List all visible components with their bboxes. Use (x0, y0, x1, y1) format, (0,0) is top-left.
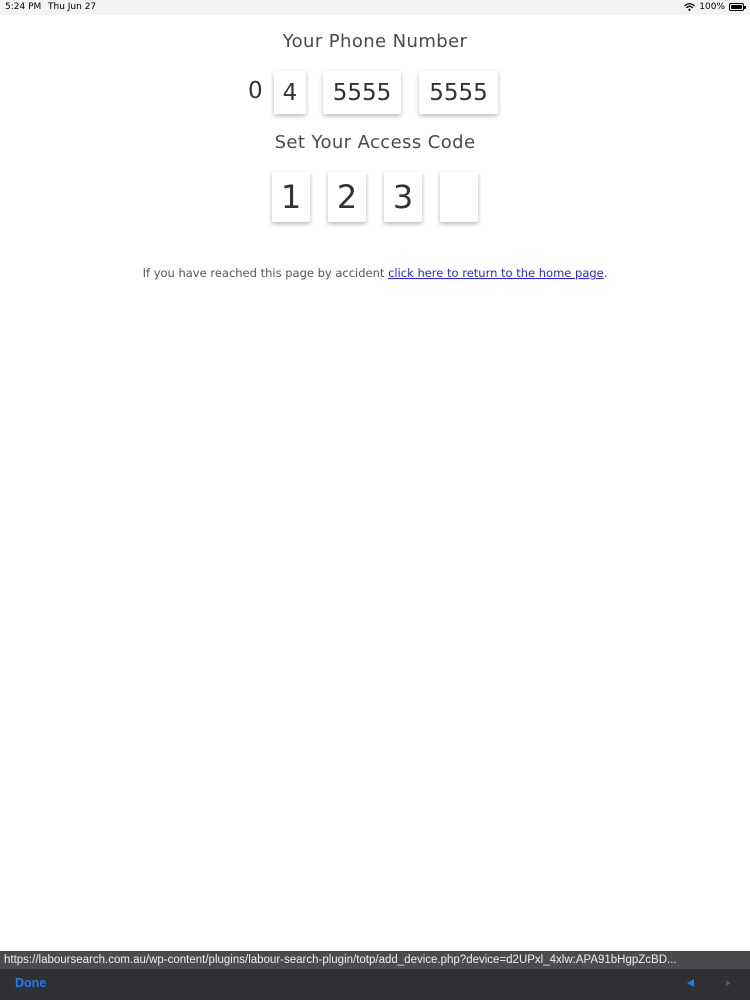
code-digit-3[interactable]: 3 (384, 172, 422, 222)
phone-field-2[interactable]: 5555 (323, 71, 401, 114)
phone-number-title: Your Phone Number (282, 31, 468, 52)
notice-text: If you have reached this page by acciden… (142, 266, 389, 280)
accident-notice: If you have reached this page by acciden… (0, 266, 750, 280)
battery-icon (729, 3, 746, 11)
back-arrow-icon[interactable] (687, 979, 694, 987)
phone-field-3[interactable]: 5555 (419, 71, 498, 114)
home-page-link[interactable]: click here to return to the home page (388, 266, 604, 280)
access-code-title: Set Your Access Code (274, 132, 476, 153)
code-digit-2[interactable]: 2 (328, 172, 366, 222)
done-button[interactable]: Done (15, 976, 46, 990)
forward-arrow-icon[interactable] (726, 980, 731, 986)
phone-prefix: 0 (248, 78, 263, 104)
status-bar: 5:24 PM Thu Jun 27 100% (0, 0, 750, 15)
url-bar: https://laboursearch.com.au/wp-content/p… (0, 951, 750, 969)
status-time: 5:24 PM (5, 2, 42, 12)
notice-suffix: . (603, 266, 608, 280)
phone-field-1[interactable]: 4 (274, 71, 306, 114)
status-indicators: 100% (684, 2, 746, 12)
wifi-icon (684, 3, 696, 11)
battery-percent: 100% (699, 2, 725, 12)
status-date: Thu Jun 27 (48, 2, 97, 12)
browser-toolbar: Done (0, 969, 750, 1000)
code-digit-4[interactable] (440, 172, 478, 222)
code-digit-1[interactable]: 1 (272, 172, 310, 222)
